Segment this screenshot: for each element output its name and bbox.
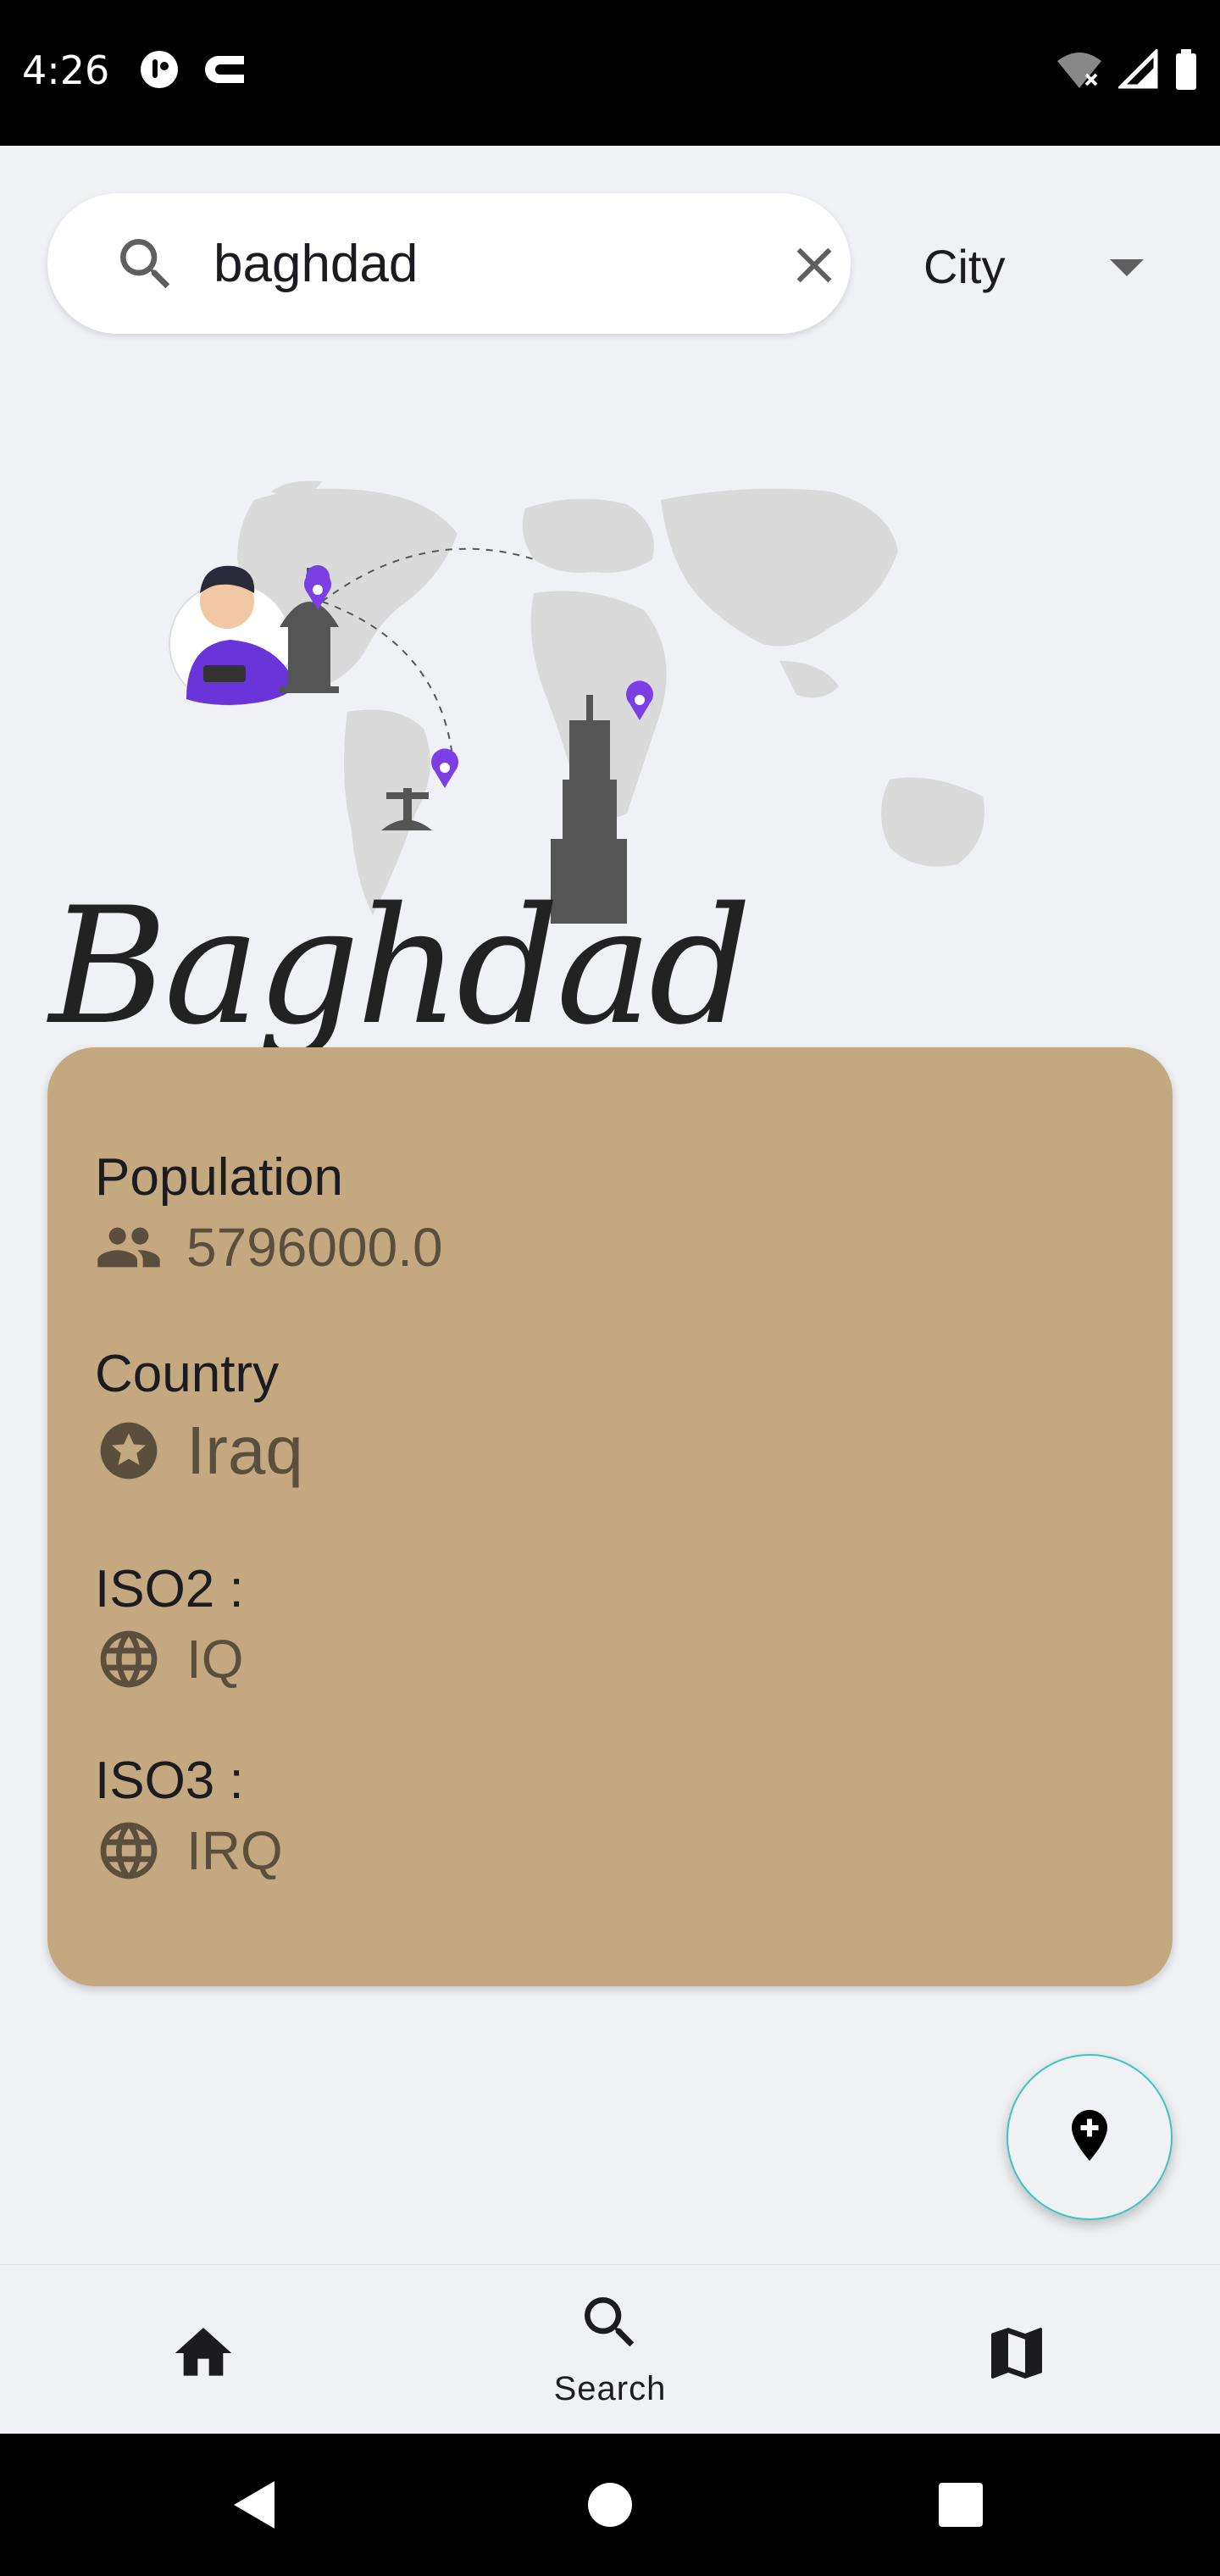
nav-map[interactable] <box>813 2265 1220 2434</box>
iso3-value: IRQ <box>186 1820 283 1881</box>
signal-icon <box>1116 47 1159 94</box>
population-value: 5796000.0 <box>186 1217 443 1278</box>
status-bar: 4:26 <box>0 0 1220 146</box>
back-icon[interactable] <box>230 2479 278 2534</box>
dropdown-arrow-icon <box>1110 259 1144 280</box>
battery-icon <box>1174 49 1198 94</box>
country-row: Iraq <box>95 1412 303 1490</box>
nav-search-label: Search <box>553 2370 667 2407</box>
bottom-navigation: Search <box>0 2264 1220 2434</box>
country-value: Iraq <box>186 1413 303 1488</box>
star-circle-icon <box>95 1417 163 1485</box>
globe-icon <box>95 1817 163 1885</box>
city-title: Baghdad <box>49 873 751 1060</box>
search-bar[interactable] <box>47 193 851 334</box>
home-icon <box>169 2319 237 2391</box>
search-icon <box>576 2289 644 2361</box>
iso3-row: IRQ <box>95 1817 283 1885</box>
world-map-illustration <box>152 475 1000 936</box>
iso2-row: IQ <box>95 1625 244 1693</box>
city-info-card: Population 5796000.0 Country Iraq ISO2 :… <box>47 1047 1173 1986</box>
add-location-button[interactable] <box>1006 2054 1173 2220</box>
status-time: 4:26 <box>22 47 110 93</box>
people-icon <box>95 1213 163 1281</box>
population-label: Population <box>95 1148 344 1207</box>
iso2-value: IQ <box>186 1629 244 1690</box>
population-row: 5796000.0 <box>95 1213 443 1281</box>
cast-notification-icon <box>200 49 251 94</box>
system-navigation-bar <box>0 2434 1220 2576</box>
country-label: Country <box>95 1345 280 1403</box>
recents-icon[interactable] <box>939 2483 983 2531</box>
search-type-dropdown[interactable]: City <box>915 229 1169 305</box>
globe-icon <box>95 1625 163 1693</box>
iso2-label: ISO2 : <box>95 1560 244 1618</box>
nav-home[interactable] <box>0 2265 407 2434</box>
add-location-icon <box>1059 2105 1120 2170</box>
iso3-label: ISO3 : <box>95 1752 244 1810</box>
clear-icon[interactable] <box>785 236 844 299</box>
nav-search[interactable]: Search <box>407 2265 813 2434</box>
map-icon <box>983 2319 1051 2391</box>
app-notification-icon <box>139 49 180 94</box>
wifi-off-icon <box>1056 49 1103 94</box>
search-input[interactable] <box>214 234 739 294</box>
search-icon <box>112 230 180 303</box>
home-circle-icon[interactable] <box>586 2481 634 2533</box>
dropdown-selected-value: City <box>923 240 1006 293</box>
